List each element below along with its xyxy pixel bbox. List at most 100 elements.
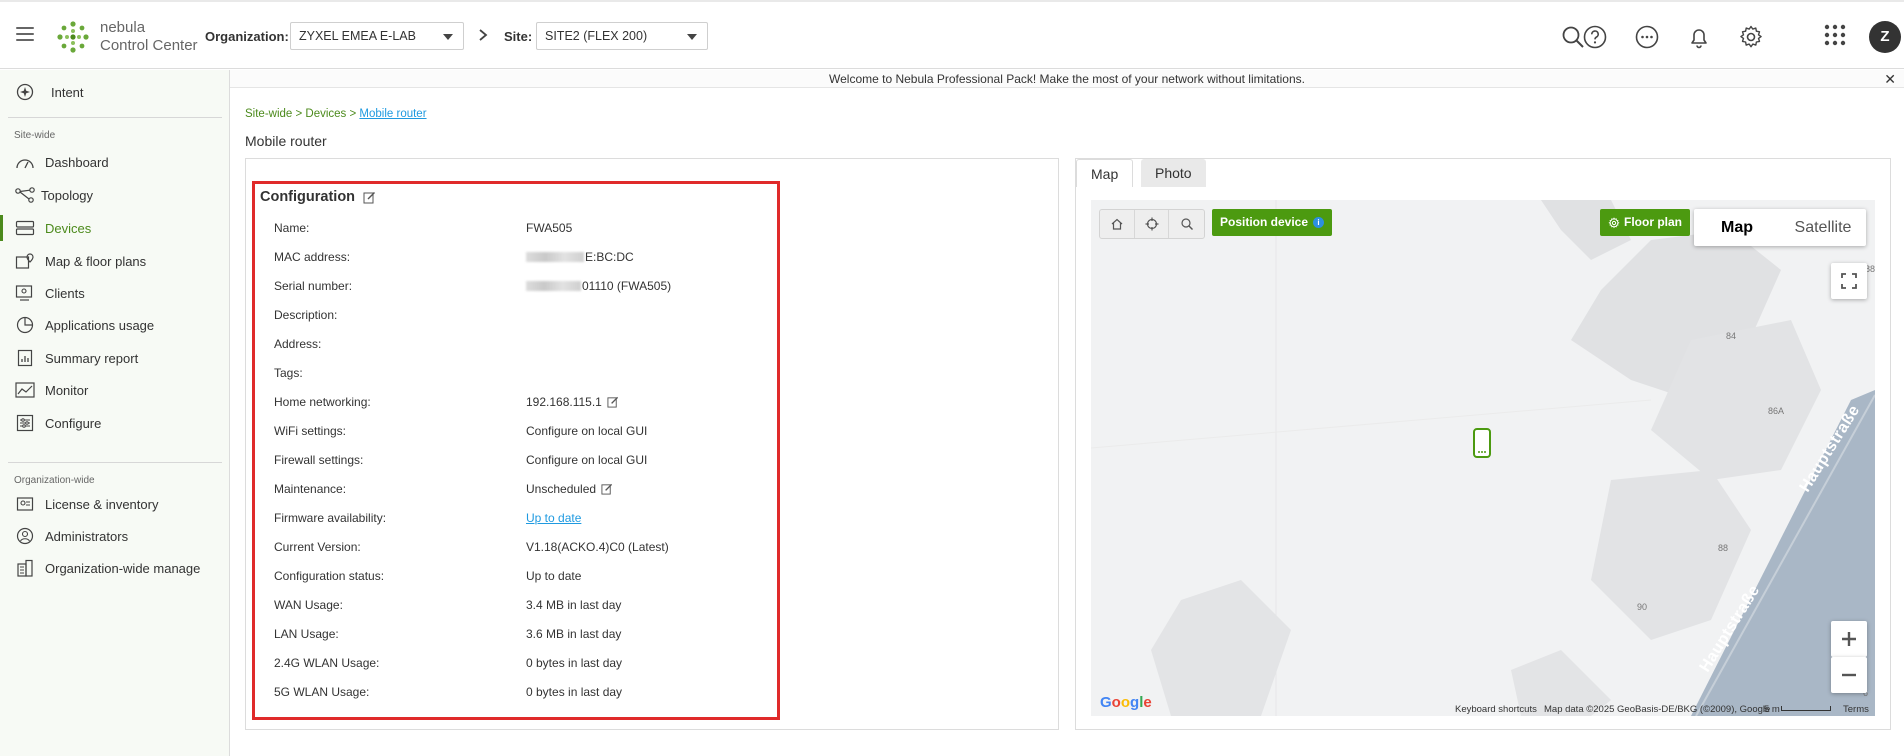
- position-device-button[interactable]: Position device i: [1212, 209, 1333, 236]
- house-number: 84: [1726, 331, 1737, 341]
- config-row-serial-number: Serial number: 01110 (FWA505): [274, 277, 764, 297]
- terms-link[interactable]: Terms: [1843, 704, 1869, 715]
- zoom-in-icon[interactable]: [1831, 621, 1867, 657]
- administrator-icon: [14, 526, 36, 546]
- gear-icon[interactable]: [1738, 24, 1764, 50]
- sidebar-item-license-inventory[interactable]: License & inventory: [14, 492, 158, 516]
- more-chat-icon[interactable]: [1634, 24, 1660, 50]
- sidebar-item-configure[interactable]: Configure: [14, 411, 101, 435]
- sidebar-item-dashboard[interactable]: Dashboard: [14, 150, 109, 174]
- devices-icon: [14, 218, 36, 238]
- config-value: Configure on local GUI: [526, 424, 648, 438]
- config-value: Unscheduled: [526, 482, 613, 496]
- sidebar-item-monitor[interactable]: Monitor: [14, 378, 88, 402]
- tab-photo[interactable]: Photo: [1141, 159, 1206, 187]
- sidebar-item-administrators[interactable]: Administrators: [14, 524, 128, 548]
- config-key: Serial number:: [274, 279, 353, 293]
- configure-icon: [14, 413, 36, 433]
- report-icon: [14, 348, 36, 368]
- fullscreen-icon[interactable]: [1831, 263, 1867, 299]
- sidebar-item-clients[interactable]: Clients: [14, 281, 85, 305]
- building-icon: [14, 558, 36, 578]
- config-key: WiFi settings:: [274, 424, 347, 438]
- nebula-logo-icon[interactable]: [56, 20, 90, 54]
- question-circle-icon[interactable]: [1582, 24, 1608, 50]
- config-row-firewall-settings: Firewall settings: Configure on local GUI: [274, 451, 764, 471]
- config-value: 0 bytes in last day: [526, 685, 623, 699]
- organization-select[interactable]: ZYXEL EMEA E-LAB: [290, 22, 464, 50]
- config-key: Home networking:: [274, 395, 371, 409]
- firmware-status-link[interactable]: Up to date: [526, 511, 581, 525]
- sidebar-item-label: Configure: [45, 415, 102, 431]
- house-number: 90: [1637, 602, 1648, 612]
- sidebar-item-label: Dashboard: [45, 154, 109, 170]
- menu-icon[interactable]: [16, 27, 34, 41]
- config-key: Maintenance:: [274, 482, 347, 496]
- dashboard-icon: [14, 152, 36, 172]
- config-value: 0 bytes in last day: [526, 656, 623, 670]
- tab-map[interactable]: Map: [1076, 159, 1134, 187]
- scale-bar: [1781, 706, 1831, 711]
- gear-icon: [1608, 216, 1620, 229]
- edit-icon[interactable]: [363, 191, 376, 204]
- config-key: Firmware availability:: [274, 511, 387, 525]
- config-row-firmware-availability: Firmware availability: Up to date: [274, 509, 764, 529]
- config-key: Address:: [274, 337, 322, 351]
- floor-plan-button[interactable]: Floor plan: [1600, 209, 1690, 236]
- site-select[interactable]: SITE2 (FLEX 200): [536, 22, 708, 50]
- config-key: Current Version:: [274, 540, 361, 554]
- sidebar-item-label: Topology: [41, 187, 94, 203]
- config-value: Configure on local GUI: [526, 453, 648, 467]
- avatar[interactable]: Z: [1869, 21, 1901, 53]
- keyboard-shortcuts-link[interactable]: Keyboard shortcuts: [1455, 704, 1537, 715]
- intent-icon: [14, 82, 36, 102]
- map-type-map-button[interactable]: Map: [1694, 209, 1780, 246]
- sidebar-item-intent[interactable]: Intent: [14, 80, 84, 104]
- chevron-down-icon: [687, 34, 697, 40]
- redacted-blur: [526, 252, 584, 262]
- zoom-out-icon[interactable]: [1831, 657, 1867, 693]
- config-key: 5G WLAN Usage:: [274, 685, 370, 699]
- sidebar-item-label: Monitor: [45, 382, 89, 398]
- section-label-organization-wide: Organization-wide: [14, 475, 95, 486]
- edit-icon[interactable]: [607, 396, 619, 408]
- close-icon[interactable]: ✕: [1884, 70, 1896, 88]
- sidebar-item-map-floor-plans[interactable]: Map & floor plans: [14, 249, 146, 273]
- chevron-down-icon: [443, 34, 453, 40]
- sidebar-item-applications-usage[interactable]: Applications usage: [14, 313, 154, 337]
- config-row-2-4g-wlan-usage: 2.4G WLAN Usage: 0 bytes in last day: [274, 654, 764, 674]
- config-key: Configuration status:: [274, 569, 385, 583]
- chevron-right-icon: [478, 28, 488, 42]
- map-icon: [14, 251, 36, 271]
- config-key: MAC address:: [274, 250, 351, 264]
- mobile-router-marker-icon[interactable]: [1472, 428, 1492, 458]
- apps-grid-icon[interactable]: [1824, 24, 1850, 50]
- top-bar: nebula Control Center Organization: ZYXE…: [0, 0, 1904, 69]
- bell-icon[interactable]: [1686, 24, 1712, 50]
- sidebar-item-topology[interactable]: Topology: [14, 183, 93, 207]
- sidebar-item-label: Devices: [45, 220, 92, 236]
- locate-icon[interactable]: [1135, 210, 1170, 238]
- edit-icon[interactable]: [601, 483, 613, 495]
- sidebar-item-organization-wide-manage[interactable]: Organization-wide manage: [14, 556, 200, 580]
- config-row-current-version: Current Version: V1.18(ACKO.4)C0 (Latest): [274, 538, 764, 558]
- config-key: Name:: [274, 221, 310, 235]
- config-key: WAN Usage:: [274, 598, 343, 612]
- breadcrumb-path[interactable]: Site-wide > Devices >: [245, 108, 359, 120]
- config-row-tags: Tags:: [274, 364, 764, 384]
- sidebar-item-summary-report[interactable]: Summary report: [14, 346, 138, 370]
- config-row-configuration-status: Configuration status: Up to date: [274, 567, 764, 587]
- search-icon[interactable]: [1169, 210, 1204, 238]
- map-view[interactable]: Hauptstraße Hauptstraße 84 86A 88 90 88 …: [1091, 200, 1875, 716]
- config-value: Up to date: [526, 569, 582, 583]
- map-toolbar: [1099, 209, 1205, 239]
- organization-label: Organization:: [205, 29, 289, 44]
- breadcrumb-current-link[interactable]: Mobile router: [359, 108, 426, 120]
- page-title: Mobile router: [245, 133, 327, 149]
- sidebar: Intent Site-wide Dashboard Topology Devi…: [0, 70, 230, 756]
- redacted-blur: [526, 281, 581, 291]
- sidebar-item-devices[interactable]: Devices: [14, 216, 91, 240]
- config-key: 2.4G WLAN Usage:: [274, 656, 380, 670]
- map-type-satellite-button[interactable]: Satellite: [1780, 209, 1866, 246]
- home-icon[interactable]: [1100, 210, 1135, 238]
